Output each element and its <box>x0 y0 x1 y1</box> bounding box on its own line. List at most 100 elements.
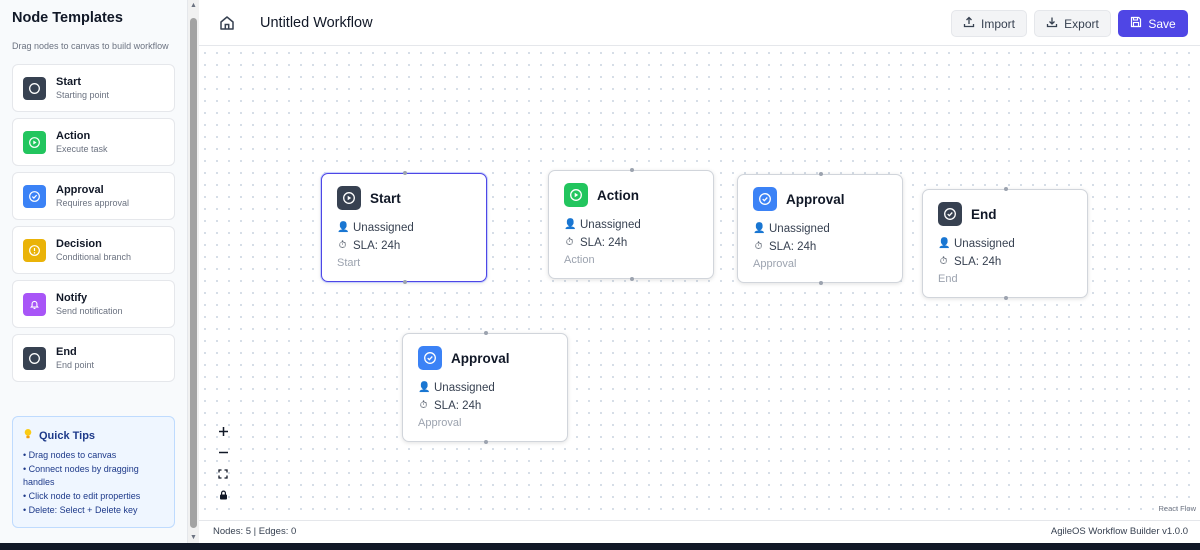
timer-icon: ⏱ <box>565 237 574 248</box>
circle-icon <box>23 346 46 370</box>
node-title: Action <box>597 187 639 203</box>
template-name: Action <box>56 130 91 142</box>
node-bottom-handle[interactable] <box>630 277 634 281</box>
check-circle-icon <box>938 202 962 226</box>
workflow-node-end[interactable]: End 👤 Unassigned ⏱ SLA: 24h End <box>922 187 1088 300</box>
node-assignee: Unassigned <box>580 219 641 231</box>
node-type: Action <box>564 254 595 266</box>
template-start[interactable]: Start Starting point <box>12 64 175 112</box>
user-icon: 👤 <box>938 238 951 249</box>
node-assignee: Unassigned <box>954 238 1015 250</box>
template-desc: Conditional branch <box>56 252 132 262</box>
timer-icon: ⏱ <box>754 241 763 252</box>
template-desc: Starting point <box>56 90 110 100</box>
workflow-node-action[interactable]: Action 👤 Unassigned ⏱ SLA: 24h Action <box>548 168 714 281</box>
quick-tips-panel: Quick Tips Drag nodes to canvas Connect … <box>12 416 175 528</box>
fit-view-icon[interactable] <box>213 463 233 484</box>
save-button[interactable]: Save <box>1118 10 1188 37</box>
workflow-node-approval-2[interactable]: Approval 👤 Unassigned ⏱ SLA: 24h Approval <box>402 331 568 444</box>
sidebar-subtitle: Drag nodes to canvas to build workflow <box>12 41 169 51</box>
node-top-handle[interactable] <box>1004 187 1008 191</box>
os-taskbar <box>0 543 1200 550</box>
status-footer: Nodes: 5 | Edges: 0 AgileOS Workflow Bui… <box>199 520 1200 543</box>
node-top-handle[interactable] <box>403 171 407 175</box>
zoom-in-button[interactable] <box>213 421 233 442</box>
template-decision[interactable]: Decision Conditional branch <box>12 226 175 274</box>
node-top-handle[interactable] <box>819 172 823 176</box>
node-type: End <box>938 273 958 285</box>
scrollbar-thumb[interactable] <box>190 18 197 528</box>
check-circle-icon <box>418 346 442 370</box>
save-icon <box>1130 16 1142 31</box>
node-title: Approval <box>786 191 845 207</box>
download-icon <box>1046 16 1058 31</box>
sidebar-title: Node Templates <box>12 10 123 26</box>
template-desc: Requires approval <box>56 198 130 208</box>
node-sla: SLA: 24h <box>353 240 401 252</box>
home-icon[interactable] <box>218 14 236 32</box>
react-flow-attribution[interactable]: React Flow <box>1158 504 1196 513</box>
bell-icon <box>23 292 46 316</box>
template-name: End <box>56 346 77 358</box>
play-icon <box>23 130 46 154</box>
scroll-down-arrow-icon[interactable]: ▼ <box>190 534 197 541</box>
workflow-canvas[interactable]: Start 👤 Unassigned ⏱ SLA: 24h Start Action… <box>199 47 1200 520</box>
node-type: Approval <box>418 417 462 429</box>
zoom-out-button[interactable] <box>213 442 233 463</box>
node-assignee: Unassigned <box>769 223 830 235</box>
template-desc: Send notification <box>56 306 123 316</box>
node-bottom-handle[interactable] <box>484 440 488 444</box>
check-circle-icon <box>23 184 46 208</box>
node-type: Approval <box>753 258 797 270</box>
node-assignee: Unassigned <box>434 382 495 394</box>
node-sla: SLA: 24h <box>580 237 628 249</box>
template-name: Start <box>56 76 82 88</box>
node-assignee: Unassigned <box>353 222 414 234</box>
sidebar-scrollbar[interactable]: ▲ ▼ <box>188 0 199 543</box>
workflow-stats: Nodes: 5 | Edges: 0 <box>213 526 297 537</box>
node-type: Start <box>337 257 361 269</box>
node-top-handle[interactable] <box>630 168 634 172</box>
tip-item: Click node to edit properties <box>23 490 165 503</box>
save-label: Save <box>1148 16 1176 31</box>
play-circle-icon <box>337 186 361 210</box>
node-sla: SLA: 24h <box>954 256 1002 268</box>
node-top-handle[interactable] <box>484 331 488 335</box>
workflow-node-start[interactable]: Start 👤 Unassigned ⏱ SLA: 24h Start <box>321 171 487 284</box>
lightbulb-icon <box>23 428 33 443</box>
template-desc: Execute task <box>56 144 108 154</box>
node-title: End <box>971 206 997 222</box>
workflow-title[interactable]: Untitled Workflow <box>260 15 373 31</box>
lock-icon[interactable] <box>213 484 233 505</box>
node-templates-sidebar: Node Templates Drag nodes to canvas to b… <box>0 0 188 543</box>
node-title: Approval <box>451 350 510 366</box>
template-end[interactable]: End End point <box>12 334 175 382</box>
import-label: Import <box>980 16 1015 31</box>
tip-item: Connect nodes by dragging handles <box>23 463 165 488</box>
user-icon: 👤 <box>753 223 766 234</box>
template-notify[interactable]: Notify Send notification <box>12 280 175 328</box>
node-sla: SLA: 24h <box>434 400 482 412</box>
template-action[interactable]: Action Execute task <box>12 118 175 166</box>
template-approval[interactable]: Approval Requires approval <box>12 172 175 220</box>
app-version: AgileOS Workflow Builder v1.0.0 <box>1050 526 1188 537</box>
scroll-up-arrow-icon[interactable]: ▲ <box>190 2 197 9</box>
alert-circle-icon <box>23 238 46 262</box>
node-title: Start <box>370 190 401 206</box>
node-bottom-handle[interactable] <box>1004 296 1008 300</box>
play-circle-icon <box>564 183 588 207</box>
tips-title: Quick Tips <box>39 429 96 442</box>
import-button[interactable]: Import <box>951 10 1027 37</box>
node-bottom-handle[interactable] <box>819 281 823 285</box>
user-icon: 👤 <box>337 222 350 233</box>
tip-item: Drag nodes to canvas <box>23 449 165 462</box>
template-name: Decision <box>56 238 102 250</box>
template-name: Notify <box>56 292 88 304</box>
workflow-header: Untitled Workflow Import Export Save <box>199 0 1200 46</box>
workflow-node-approval[interactable]: Approval 👤 Unassigned ⏱ SLA: 24h Approval <box>737 172 903 285</box>
upload-icon <box>963 16 975 31</box>
check-circle-icon <box>753 187 777 211</box>
node-bottom-handle[interactable] <box>403 280 407 284</box>
user-icon: 👤 <box>564 219 577 230</box>
export-button[interactable]: Export <box>1034 10 1111 37</box>
